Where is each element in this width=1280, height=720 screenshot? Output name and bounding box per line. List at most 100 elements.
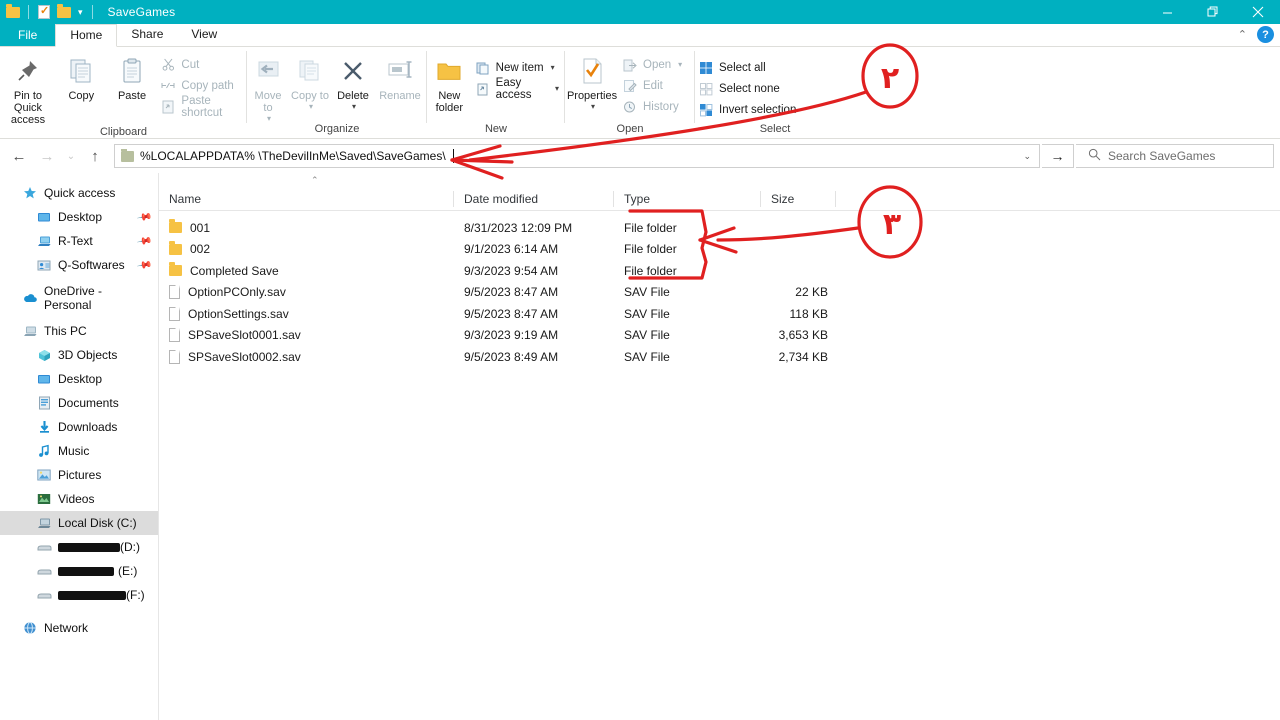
file-name-cell: SPSaveSlot0002.sav — [159, 349, 454, 364]
sort-indicator-icon: ⌃ — [311, 175, 319, 185]
sidebar-item-local-disk-c[interactable]: Local Disk (C:) — [0, 511, 158, 535]
pin-to-quick-access-button[interactable]: Pin to Quick access — [0, 51, 56, 126]
properties-caret-icon[interactable]: ▾ — [591, 102, 595, 111]
sidebar-item-desktop[interactable]: Desktop — [0, 367, 158, 391]
move-to-caret-icon[interactable]: ▾ — [267, 114, 271, 123]
new-item-button[interactable]: New item ▾ — [472, 57, 565, 78]
sidebar-item-drive-d[interactable]: (D:) — [0, 535, 158, 559]
sidebar-item-this-pc[interactable]: This PC — [0, 319, 158, 343]
new-folder-icon[interactable] — [56, 3, 72, 20]
minimize-button[interactable] — [1145, 0, 1190, 24]
sidebar-item-drive-e[interactable]: (E:) — [0, 559, 158, 583]
edit-label: Edit — [643, 79, 663, 92]
select-all-button[interactable]: Select all — [695, 57, 802, 78]
sidebar-item-videos[interactable]: Videos — [0, 487, 158, 511]
file-icon — [169, 306, 180, 321]
sidebar-item-r-text[interactable]: R-Text 📌 — [0, 229, 158, 253]
sidebar-item-desktop-qa[interactable]: Desktop 📌 — [0, 205, 158, 229]
back-button[interactable]: ← — [6, 143, 32, 169]
tab-share[interactable]: Share — [117, 23, 177, 46]
delete-icon — [340, 55, 366, 87]
paste-button[interactable]: Paste — [107, 51, 158, 102]
delete-button[interactable]: Delete ▾ — [331, 51, 375, 111]
search-box[interactable]: Search SaveGames — [1076, 144, 1274, 168]
downloads-icon — [36, 419, 52, 435]
properties-label: Properties — [566, 90, 618, 102]
select-all-label: Select all — [719, 61, 766, 74]
column-header-size[interactable]: Size — [761, 187, 836, 211]
easy-access-button[interactable]: Easy access ▾ — [472, 77, 565, 101]
column-header-date-modified[interactable]: Date modified — [454, 187, 614, 211]
table-row[interactable]: SPSaveSlot0001.sav 9/3/2023 9:19 AM SAV … — [159, 325, 1280, 347]
usb-drive-icon — [36, 539, 52, 555]
close-button[interactable] — [1235, 0, 1280, 24]
new-item-caret-icon[interactable]: ▾ — [551, 63, 555, 72]
help-icon[interactable]: ? — [1257, 26, 1274, 43]
sidebar-item-3d-objects[interactable]: 3D Objects — [0, 343, 158, 367]
go-button[interactable]: → — [1042, 144, 1074, 168]
table-row[interactable]: 002 9/1/2023 6:14 AM File folder — [159, 239, 1280, 261]
sidebar-label: Music — [58, 444, 90, 458]
move-to-icon — [254, 55, 282, 87]
file-size-cell: 118 KB — [789, 306, 828, 321]
tab-view[interactable]: View — [177, 23, 231, 46]
pin-icon[interactable]: 📌 — [136, 233, 153, 249]
collapse-ribbon-icon[interactable]: ⌃ — [1238, 28, 1247, 41]
tab-file[interactable]: File — [0, 23, 56, 46]
easy-access-caret-icon[interactable]: ▾ — [555, 84, 559, 93]
sidebar-item-q-softwares[interactable]: Q-Softwares 📌 — [0, 253, 158, 277]
sidebar-item-documents[interactable]: Documents — [0, 391, 158, 415]
copy-button[interactable]: Copy — [56, 51, 107, 102]
edit-button[interactable]: Edit — [619, 75, 688, 96]
column-header-name[interactable]: Name — [159, 187, 454, 211]
table-row[interactable]: OptionSettings.sav 9/5/2023 8:47 AM SAV … — [159, 303, 1280, 325]
invert-selection-button[interactable]: Invert selection — [695, 99, 802, 120]
select-none-button[interactable]: Select none — [695, 78, 802, 99]
sidebar-item-quick-access[interactable]: Quick access — [0, 181, 158, 205]
new-folder-button[interactable]: New folder — [427, 51, 472, 114]
table-row[interactable]: OptionPCOnly.sav 9/5/2023 8:47 AM SAV Fi… — [159, 282, 1280, 304]
table-row[interactable]: SPSaveSlot0002.sav 9/5/2023 8:49 AM SAV … — [159, 346, 1280, 368]
restore-button[interactable] — [1190, 0, 1235, 24]
music-icon — [36, 443, 52, 459]
sidebar-item-drive-f[interactable]: (F:) — [0, 583, 158, 607]
properties-button[interactable]: Properties ▾ — [565, 51, 619, 111]
copy-path-button[interactable]: Copy path — [157, 75, 247, 96]
file-rows: 001 8/31/2023 12:09 PM File folder 002 9… — [159, 211, 1280, 368]
column-header-type[interactable]: Type — [614, 187, 761, 211]
address-folder-icon — [121, 148, 134, 162]
rename-button[interactable]: Rename — [375, 51, 425, 102]
copy-to-button[interactable]: Copy to ▾ — [289, 51, 331, 111]
videos-icon — [36, 491, 52, 507]
sidebar-item-downloads[interactable]: Downloads — [0, 415, 158, 439]
table-row[interactable]: 001 8/31/2023 12:09 PM File folder — [159, 217, 1280, 239]
properties-icon[interactable] — [36, 4, 52, 20]
customize-dropdown-icon[interactable]: ▾ — [76, 7, 85, 17]
up-button[interactable]: ↑ — [82, 143, 108, 169]
select-none-label: Select none — [719, 82, 780, 95]
sidebar-item-pictures[interactable]: Pictures — [0, 463, 158, 487]
recent-locations-button[interactable]: ⌄ — [62, 143, 80, 169]
address-input[interactable]: %LOCALAPPDATA% \TheDevilInMe\Saved\SaveG… — [114, 144, 1040, 168]
sidebar-item-onedrive[interactable]: OneDrive - Personal — [0, 284, 158, 312]
sidebar-item-network[interactable]: Network — [0, 616, 158, 640]
paste-shortcut-button[interactable]: Paste shortcut — [157, 95, 247, 119]
ribbon-tab-strip: File Home Share View ⌃ ? — [0, 23, 1280, 47]
pin-icon[interactable]: 📌 — [136, 257, 153, 273]
file-icon — [169, 328, 180, 343]
cut-button[interactable]: Cut — [157, 54, 247, 75]
copy-to-caret-icon[interactable]: ▾ — [309, 102, 313, 111]
sidebar-item-music[interactable]: Music — [0, 439, 158, 463]
folder-icon[interactable] — [5, 3, 21, 20]
pin-icon[interactable]: 📌 — [136, 209, 153, 225]
address-dropdown-icon[interactable]: ⌄ — [1023, 151, 1031, 162]
history-button[interactable]: History — [619, 96, 688, 117]
delete-caret-icon[interactable]: ▾ — [352, 102, 356, 111]
open-caret-icon[interactable]: ▾ — [678, 60, 682, 69]
move-to-button[interactable]: Move to ▾ — [247, 51, 289, 123]
table-row[interactable]: Completed Save 9/3/2023 9:54 AM File fol… — [159, 260, 1280, 282]
open-button[interactable]: Open ▾ — [619, 54, 688, 75]
forward-button[interactable]: → — [34, 143, 60, 169]
tab-home[interactable]: Home — [55, 24, 118, 47]
address-bar-row: ← → ⌄ ↑ %LOCALAPPDATA% \TheDevilInMe\Sav… — [0, 139, 1280, 173]
